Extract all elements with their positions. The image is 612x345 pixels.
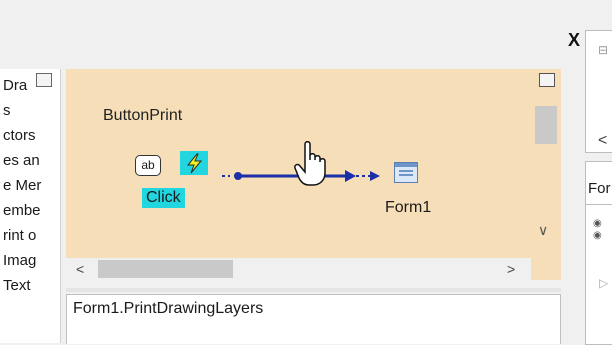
- event-label[interactable]: Click: [142, 188, 185, 208]
- pin-icon[interactable]: [539, 73, 555, 87]
- list-item[interactable]: ctors: [3, 127, 36, 144]
- expand-arrow-icon[interactable]: ▷: [599, 276, 608, 290]
- left-list-panel: Dra s ctors es an e Mer embe rint o Imag…: [0, 69, 61, 343]
- list-item[interactable]: e Mer: [3, 177, 41, 194]
- chevron-right-icon[interactable]: >: [507, 261, 515, 277]
- target-label: Form1: [385, 199, 432, 216]
- pin-icon[interactable]: [36, 73, 52, 87]
- list-item[interactable]: embe: [3, 202, 41, 219]
- textbox-icon[interactable]: ab: [135, 155, 161, 176]
- panel-label: For: [588, 180, 611, 197]
- handler-text: Form1.PrintDrawingLayers: [73, 300, 264, 317]
- horizontal-scrollbar-thumb[interactable]: [98, 260, 233, 278]
- canvas-scroll-track: [531, 69, 561, 280]
- form-icon[interactable]: [394, 162, 418, 183]
- expand-icon[interactable]: ⊟: [598, 43, 608, 57]
- divider: [585, 204, 612, 205]
- chevron-left-icon[interactable]: <: [76, 261, 84, 277]
- chevron-down-icon[interactable]: ∨: [538, 222, 548, 239]
- splitter[interactable]: [66, 288, 561, 292]
- list-item[interactable]: rint o: [3, 227, 36, 244]
- event-bolt-icon[interactable]: [180, 151, 208, 175]
- list-item[interactable]: Dra: [3, 77, 27, 94]
- chevron-left-icon[interactable]: <: [598, 132, 607, 150]
- hand-cursor-icon: [294, 141, 326, 186]
- list-item[interactable]: es an: [3, 152, 40, 169]
- list-item[interactable]: Imag: [3, 252, 36, 269]
- top-strip: [0, 0, 578, 56]
- sort-icon[interactable]: ◉ ◉: [593, 218, 602, 242]
- list-item[interactable]: s: [3, 102, 11, 119]
- source-control-label: ButtonPrint: [103, 107, 183, 124]
- close-icon[interactable]: X: [568, 31, 580, 49]
- list-item[interactable]: Text: [3, 277, 31, 294]
- vertical-scrollbar-thumb[interactable]: [535, 106, 557, 144]
